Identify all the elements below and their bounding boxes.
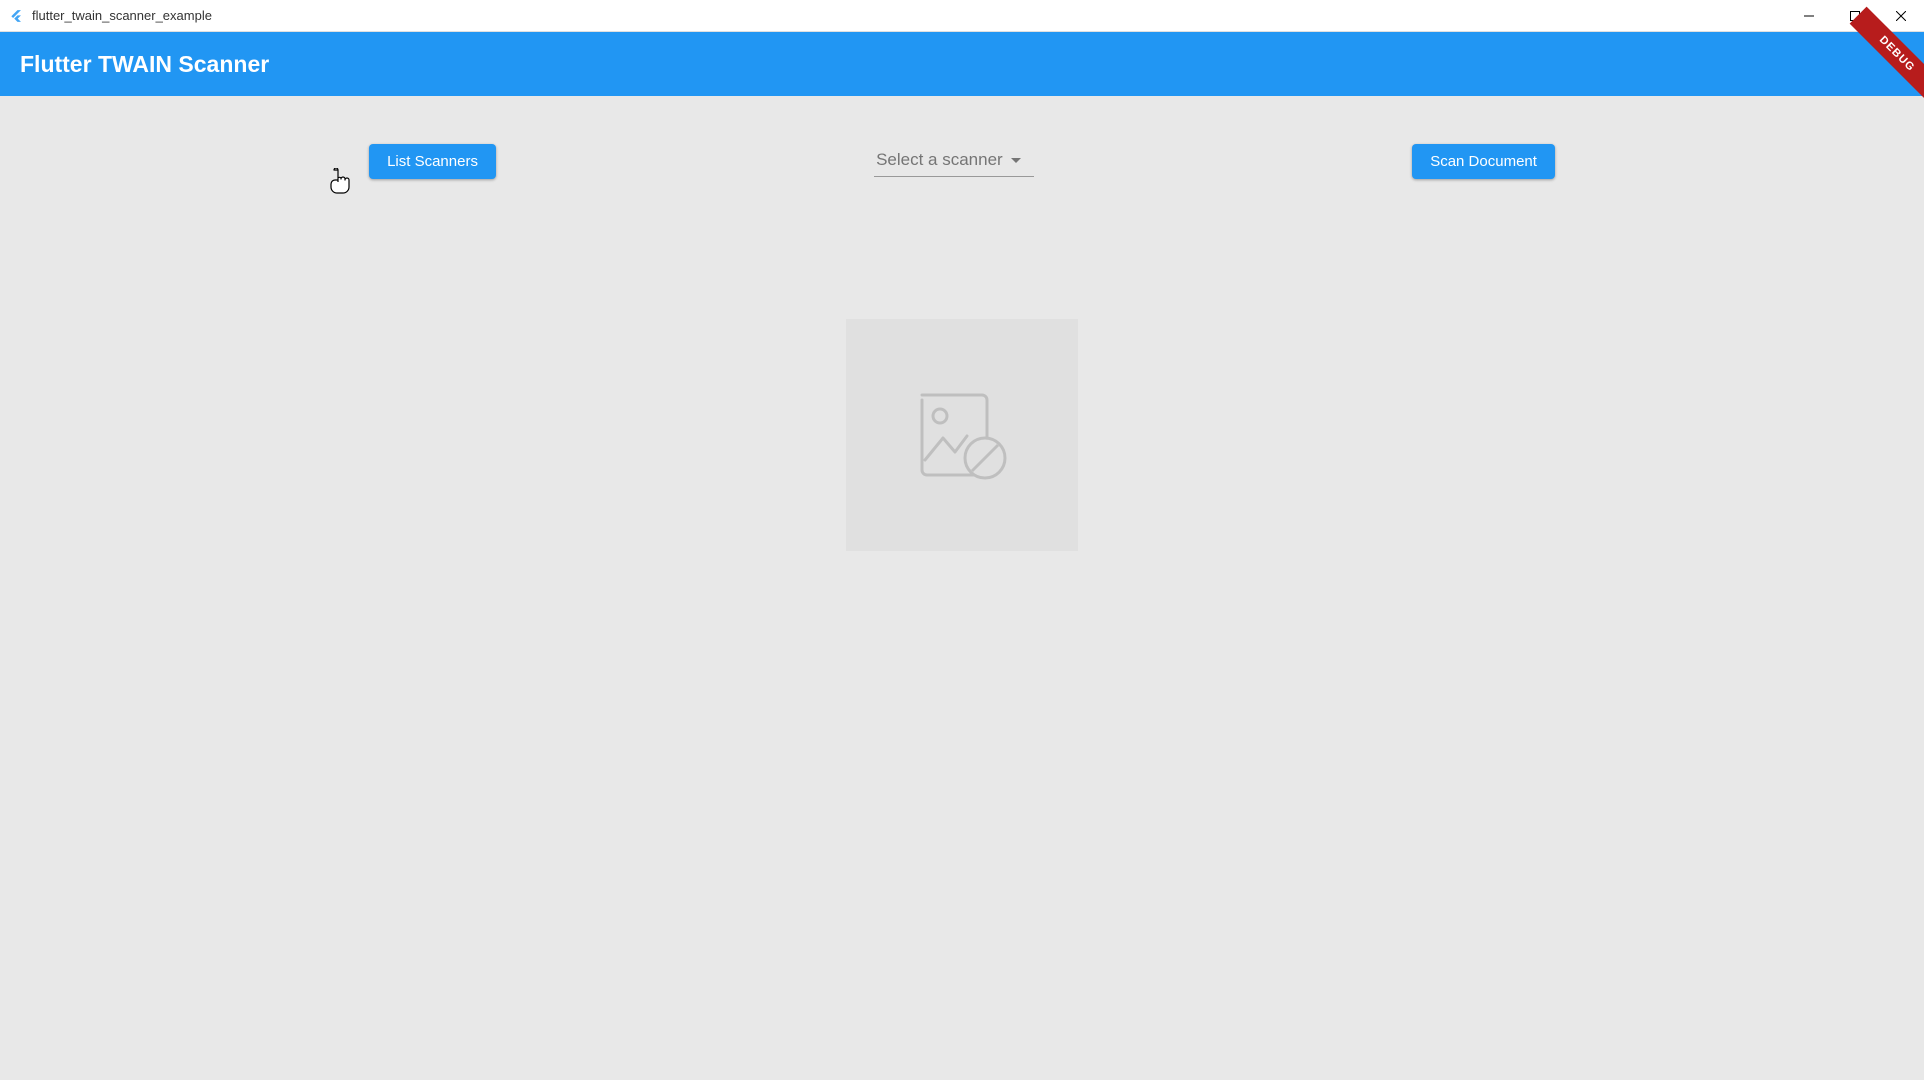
titlebar: flutter_twain_scanner_example [0,0,1924,32]
broken-image-icon [907,380,1017,490]
list-scanners-button[interactable]: List Scanners [369,144,496,179]
app-window: flutter_twain_scanner_example Flutter TW… [0,0,1924,1080]
flutter-icon [8,8,24,24]
chevron-down-icon [1011,158,1021,163]
window-title: flutter_twain_scanner_example [32,8,1786,23]
app-bar: Flutter TWAIN Scanner DEBUG [0,32,1924,96]
controls-row: List Scanners Select a scanner Scan Docu… [0,144,1924,179]
app-title: Flutter TWAIN Scanner [20,51,269,78]
minimize-button[interactable] [1786,0,1832,31]
image-placeholder [846,319,1078,551]
scan-document-button[interactable]: Scan Document [1412,144,1555,179]
dropdown-placeholder: Select a scanner [876,150,1003,170]
scanner-dropdown[interactable]: Select a scanner [874,146,1034,177]
content-area: List Scanners Select a scanner Scan Docu… [0,96,1924,1080]
